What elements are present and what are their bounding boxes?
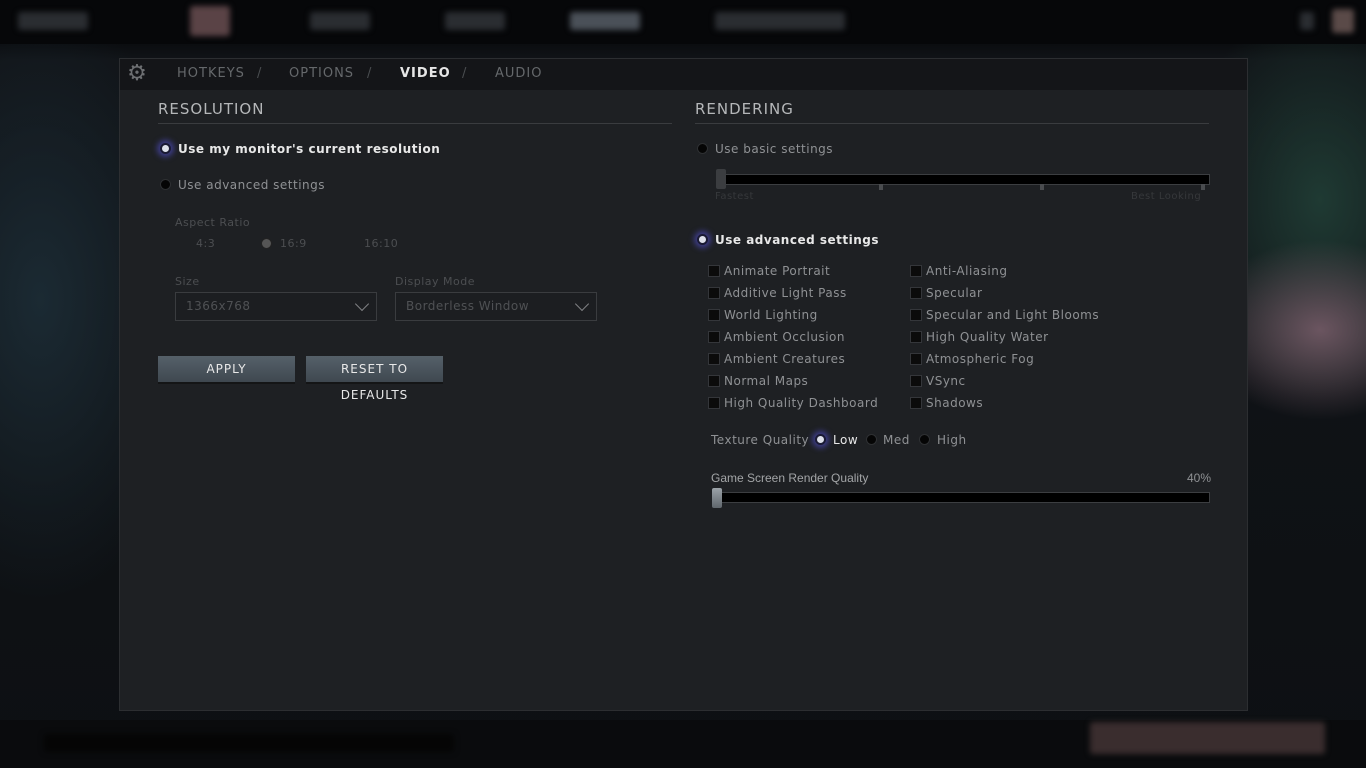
checkbox[interactable] [910,397,922,409]
display-mode-dropdown[interactable]: Borderless Window [395,292,597,321]
checkbox-label[interactable]: Additive Light Pass [724,286,847,300]
chevron-down-icon [354,296,370,312]
aspect-ratio-label: Aspect Ratio [175,216,251,229]
checkbox-label[interactable]: Atmospheric Fog [926,352,1034,366]
basic-settings-label[interactable]: Use basic settings [715,142,833,156]
best-looking-label: Best Looking [1131,191,1202,202]
use-monitor-resolution-label[interactable]: Use my monitor's current resolution [178,142,440,156]
checkbox-label[interactable]: High Quality Water [926,330,1049,344]
tab-hotkeys[interactable]: HOTKEYS [177,66,245,81]
aspect-16-10[interactable]: 16:10 [364,237,398,250]
checkbox[interactable] [910,309,922,321]
gear-icon[interactable]: ⚙ [125,62,149,86]
checkbox[interactable] [910,375,922,387]
radio-texture-med[interactable] [866,434,877,445]
checkbox[interactable] [708,265,720,277]
radio-texture-low[interactable] [815,434,826,445]
slider-tick [1201,184,1205,190]
tab-separator: / [257,66,262,81]
apply-button[interactable]: APPLY [158,356,295,382]
checkbox-label[interactable]: Ambient Creatures [724,352,845,366]
bottom-bar-blurred [0,720,1366,768]
aspect-4-3[interactable]: 4:3 [196,237,215,250]
checkbox[interactable] [910,353,922,365]
checkbox[interactable] [708,375,720,387]
tab-options[interactable]: OPTIONS [289,66,354,81]
radio-basic-settings[interactable] [697,143,708,154]
render-quality-slider[interactable] [712,492,1210,503]
slider-tick [1040,184,1044,190]
chevron-down-icon [574,296,590,312]
radio-aspect-16-9[interactable] [261,238,272,249]
checkbox-label[interactable]: Normal Maps [724,374,808,388]
checkbox-label[interactable]: Specular [926,286,982,300]
texture-high-label[interactable]: High [937,433,967,447]
checkbox-label[interactable]: Specular and Light Blooms [926,308,1099,322]
checkbox-label[interactable]: High Quality Dashboard [724,396,878,410]
radio-rendering-advanced[interactable] [697,234,708,245]
rendering-advanced-label: Use advanced settings [715,233,880,247]
checkbox[interactable] [708,397,720,409]
checkbox-label[interactable]: World Lighting [724,308,818,322]
texture-quality-label: Texture Quality [711,433,810,447]
fastest-label: Fastest [715,191,754,202]
rendering-heading: RENDERING [695,100,794,118]
radio-texture-high[interactable] [919,434,930,445]
checkbox-label[interactable]: Shadows [926,396,983,410]
render-quality-value: 40% [1187,471,1212,485]
checkbox[interactable] [708,353,720,365]
checkbox[interactable] [708,287,720,299]
checkbox[interactable] [910,265,922,277]
slider-tick [879,184,883,190]
checkbox-label[interactable]: Anti-Aliasing [926,264,1007,278]
checkbox-label[interactable]: Ambient Occlusion [724,330,845,344]
reset-defaults-button[interactable]: RESET TO DEFAULTS [306,356,443,402]
size-label: Size [175,275,200,288]
basic-slider-thumb[interactable] [716,169,726,189]
checkbox[interactable] [910,287,922,299]
checkbox[interactable] [910,331,922,343]
top-nav-bar-blurred [0,0,1366,44]
tab-audio[interactable]: AUDIO [495,66,543,81]
checkbox-label[interactable]: Animate Portrait [724,264,830,278]
tab-separator: / [367,66,372,81]
tab-separator: / [462,66,467,81]
texture-low-label[interactable]: Low [833,433,858,447]
divider [158,123,672,124]
settings-panel: ⚙ HOTKEYS / OPTIONS / VIDEO / AUDIO RESO… [119,58,1248,711]
checkbox-label[interactable]: VSync [926,374,966,388]
display-mode-label: Display Mode [395,275,476,288]
settings-tabs: ⚙ HOTKEYS / OPTIONS / VIDEO / AUDIO [120,59,1247,90]
resolution-advanced-label[interactable]: Use advanced settings [178,178,325,192]
render-quality-label: Game Screen Render Quality [711,471,869,485]
size-dropdown[interactable]: 1366x768 [175,292,377,321]
resolution-heading: RESOLUTION [158,100,265,118]
aspect-16-9[interactable]: 16:9 [280,237,307,250]
render-quality-thumb[interactable] [712,488,722,508]
basic-quality-slider[interactable] [716,174,1210,185]
radio-resolution-advanced[interactable] [160,179,171,190]
checkbox[interactable] [708,309,720,321]
tab-video[interactable]: VIDEO [400,66,451,81]
checkbox[interactable] [708,331,720,343]
divider [695,123,1209,124]
size-value: 1366x768 [186,299,251,313]
texture-med-label[interactable]: Med [883,433,910,447]
radio-use-monitor-resolution[interactable] [160,143,171,154]
display-mode-value: Borderless Window [406,299,530,313]
